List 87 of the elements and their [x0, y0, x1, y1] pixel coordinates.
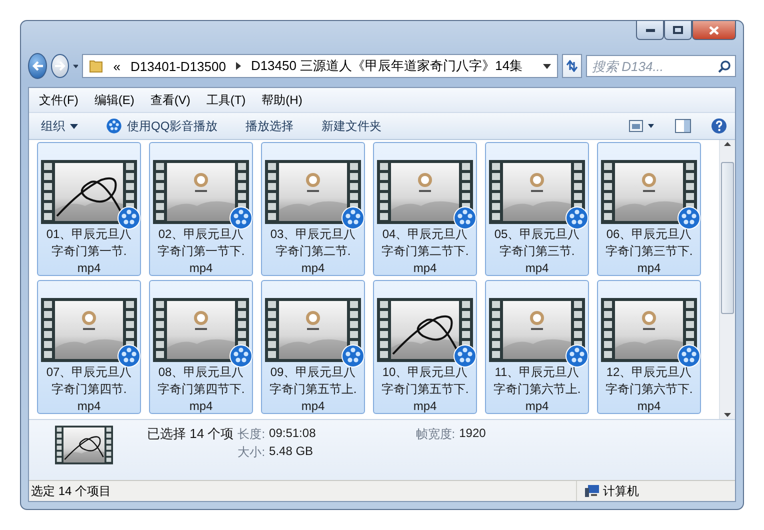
preview-pane-icon[interactable] [675, 119, 691, 133]
file-tile[interactable]: 04、甲辰元旦八字奇门第二节下. mp4 [373, 142, 477, 276]
file-name: 08、甲辰元旦八字奇门第四节下. mp4 [156, 364, 246, 415]
file-name: 11、甲辰元旦八字奇门第六节上. mp4 [492, 364, 582, 415]
breadcrumb[interactable]: D13450 三源道人《甲辰年道家奇门八字》14集 [250, 57, 523, 75]
menu-item[interactable]: 编辑(E) [94, 92, 134, 108]
file-name: 09、甲辰元旦八字奇门第五节上. mp4 [268, 364, 358, 415]
file-name: 05、甲辰元旦八字奇门第三节. mp4 [493, 226, 581, 277]
minimize-button[interactable] [636, 21, 664, 40]
scroll-thumb[interactable] [721, 162, 734, 314]
file-tile[interactable]: 01、甲辰元旦八字奇门第一节. mp4 [37, 142, 141, 276]
menu-item[interactable]: 工具(T) [206, 92, 246, 108]
scroll-down-icon[interactable] [724, 413, 731, 417]
scrollbar[interactable] [719, 140, 735, 419]
property-value: 5.48 GB [269, 444, 314, 460]
file-tile[interactable]: 12、甲辰元旦八字奇门第六节下. mp4 [597, 280, 701, 414]
toolbar-button[interactable]: 使用QQ影音播放 [102, 116, 222, 136]
media-player-icon [565, 344, 589, 368]
property-label: 帧宽度: [416, 426, 456, 442]
refresh-button[interactable] [562, 54, 582, 78]
back-arrow-icon [32, 61, 44, 71]
file-tile[interactable]: 08、甲辰元旦八字奇门第四节下. mp4 [149, 280, 253, 414]
minimize-icon [646, 28, 654, 32]
selection-summary: 已选择 14 个项 [147, 425, 235, 443]
video-thumbnail-drawing [55, 425, 113, 465]
breadcrumb-overflow[interactable]: « [113, 58, 121, 74]
close-icon [709, 26, 719, 34]
media-player-icon [117, 206, 141, 230]
menu-item[interactable]: 查看(V) [150, 92, 190, 108]
file-name: 10、甲辰元旦八字奇门第五节下. mp4 [380, 364, 470, 415]
caret-icon [70, 124, 78, 128]
file-tile[interactable]: 07、甲辰元旦八字奇门第四节. mp4 [37, 280, 141, 414]
property-label: 大小: [238, 444, 266, 460]
location-label: 计算机 [603, 482, 639, 500]
file-name: 12、甲辰元旦八字奇门第六节下. mp4 [604, 364, 694, 415]
file-name: 06、甲辰元旦八字奇门第三节下. mp4 [604, 226, 694, 277]
maximize-icon [673, 26, 683, 34]
search-field[interactable]: 搜索 D134... [586, 55, 736, 77]
media-player-icon [341, 344, 365, 368]
property-value: 09:51:08 [269, 426, 316, 442]
media-player-icon [229, 344, 253, 368]
file-tile[interactable]: 05、甲辰元旦八字奇门第三节. mp4 [485, 142, 589, 276]
media-player-icon [677, 206, 701, 230]
close-button[interactable] [692, 21, 736, 40]
breadcrumb-separator-icon[interactable] [236, 62, 241, 70]
media-player-icon [117, 344, 141, 368]
menu-item[interactable]: 帮助(H) [262, 92, 302, 108]
media-player-icon [453, 206, 477, 230]
file-name: 07、甲辰元旦八字奇门第四节. mp4 [45, 364, 133, 415]
maximize-button[interactable] [664, 21, 692, 40]
forward-button[interactable] [51, 54, 69, 78]
back-button[interactable] [28, 53, 48, 79]
status-text: 选定 14 个项目 [30, 482, 112, 500]
property-value: 1920 [459, 426, 486, 442]
file-tile[interactable]: 02、甲辰元旦八字奇门第一节下. mp4 [149, 142, 253, 276]
media-player-icon [106, 118, 122, 134]
address-bar[interactable]: « D13401-D13500 D13450 三源道人《甲辰年道家奇门八字》14集 [82, 54, 558, 78]
file-name: 04、甲辰元旦八字奇门第二节下. mp4 [380, 226, 470, 277]
breadcrumb[interactable]: D13401-D13500 [130, 58, 226, 74]
media-player-icon [341, 206, 365, 230]
dropdown-caret-icon[interactable] [72, 64, 78, 68]
dropdown-caret-icon[interactable] [542, 64, 551, 68]
toolbar-button[interactable]: 组织 [37, 116, 82, 136]
media-player-icon [453, 344, 477, 368]
scroll-up-icon[interactable] [724, 142, 731, 146]
refresh-arrows-icon [564, 60, 579, 72]
search-icon[interactable] [718, 60, 731, 73]
file-tile[interactable]: 06、甲辰元旦八字奇门第三节下. mp4 [597, 142, 701, 276]
media-player-icon [565, 206, 589, 230]
toolbar-button[interactable]: 播放选择 [242, 116, 298, 136]
computer-icon [585, 485, 599, 497]
view-options-icon[interactable] [629, 120, 655, 132]
property-label: 长度: [238, 426, 266, 442]
file-name: 03、甲辰元旦八字奇门第二节. mp4 [269, 226, 357, 277]
file-tile[interactable]: 03、甲辰元旦八字奇门第二节. mp4 [261, 142, 365, 276]
forward-arrow-icon [54, 61, 66, 71]
menu-item[interactable]: 文件(F) [39, 92, 78, 108]
file-tile[interactable]: 11、甲辰元旦八字奇门第六节上. mp4 [485, 280, 589, 414]
help-icon[interactable] [711, 118, 727, 134]
media-player-icon [677, 344, 701, 368]
folder-icon [89, 59, 104, 73]
file-tile[interactable]: 10、甲辰元旦八字奇门第五节下. mp4 [373, 280, 477, 414]
file-name: 01、甲辰元旦八字奇门第一节. mp4 [45, 226, 133, 277]
toolbar-button[interactable]: 新建文件夹 [318, 116, 386, 136]
file-name: 02、甲辰元旦八字奇门第一节下. mp4 [156, 226, 246, 277]
file-tile[interactable]: 09、甲辰元旦八字奇门第五节上. mp4 [261, 280, 365, 414]
media-player-icon [229, 206, 253, 230]
